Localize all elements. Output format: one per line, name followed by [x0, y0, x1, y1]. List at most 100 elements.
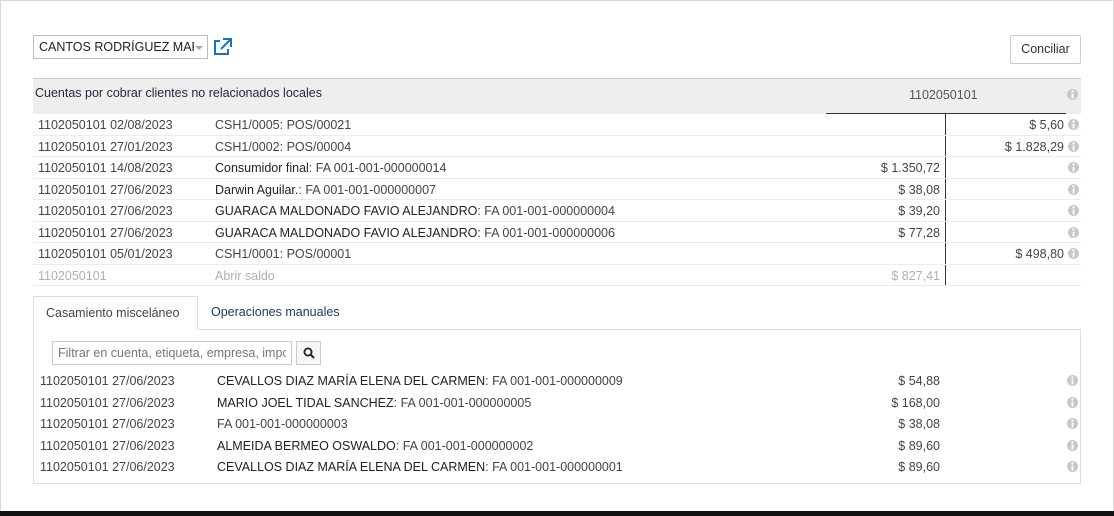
- partner-select-value: CANTOS RODRÍGUEZ MARÍ: [39, 40, 194, 54]
- row-label: GUARACA MALDONADO FAVIO ALEJANDRO: FA 00…: [215, 226, 615, 240]
- row-account-date: 1102050101 27/06/2023: [40, 460, 175, 474]
- row-account: 1102050101: [38, 161, 107, 175]
- bottom-edge: [0, 511, 1114, 516]
- row-account: 1102050101: [38, 204, 107, 218]
- row-reference: : FA 001-001-000000005: [393, 395, 532, 410]
- row-reference: : FA 001-001-000000001: [485, 460, 623, 474]
- open-balance-account: 1102050101: [38, 268, 107, 283]
- row-account: 1102050101: [38, 182, 107, 197]
- info-icon[interactable]: [1068, 119, 1079, 130]
- info-icon[interactable]: [1067, 375, 1078, 386]
- row-label: CEVALLOS DIAZ MARÍA ELENA DEL CARMEN: FA…: [217, 460, 623, 474]
- row-debit: $ 1.350,72: [880, 161, 940, 175]
- filter-input[interactable]: [52, 341, 292, 365]
- row-account-date: 1102050101 27/06/2023: [40, 439, 175, 453]
- row-credit: $ 1.828,29: [1004, 139, 1064, 154]
- table-row[interactable]: 1102050101 02/08/2023 CSH1/0005: POS/0002…: [33, 114, 1081, 136]
- row-debit: $ 89,60: [898, 438, 940, 453]
- row-date: 27/06/2023: [112, 417, 175, 431]
- row-label: Darwin Aguilar.: FA 001-001-000000007: [215, 183, 436, 197]
- table-row[interactable]: 1102050101 14/08/2023 Consumidor final: F…: [33, 157, 1081, 179]
- row-account-date: 1102050101 14/08/2023: [38, 161, 173, 175]
- list-item[interactable]: 1102050101 27/06/2023 FA 001-001-00000000…: [34, 413, 1080, 435]
- info-icon[interactable]: [1068, 183, 1079, 195]
- table-row[interactable]: 1102050101 27/06/2023 Darwin Aguilar.: FA…: [33, 179, 1081, 200]
- row-reference: : FA 001-001-000000014: [308, 161, 447, 175]
- row-date: 27/01/2023: [110, 139, 173, 154]
- row-account: 1102050101: [40, 460, 109, 474]
- list-item[interactable]: 1102050101 27/06/2023 CEVALLOS DIAZ MARÍA…: [34, 370, 1080, 392]
- row-label: CSH1/0001: POS/00001: [215, 247, 351, 261]
- row-label: GUARACA MALDONADO FAVIO ALEJANDRO: FA 00…: [215, 204, 615, 218]
- reconcile-button[interactable]: Conciliar: [1010, 35, 1081, 64]
- miscellaneous-matching-panel: 1102050101 27/06/2023 CEVALLOS DIAZ MARÍA…: [33, 329, 1081, 484]
- row-label: Consumidor final: FA 001-001-000000014: [215, 161, 446, 175]
- row-date: 05/01/2023: [110, 247, 173, 261]
- row-reference: CSH1/0001: POS/00001: [215, 247, 352, 261]
- list-item[interactable]: 1102050101 27/06/2023 CEVALLOS DIAZ MARÍA…: [34, 456, 1080, 478]
- row-reference: CSH1/0002: POS/00004: [215, 139, 352, 154]
- row-partner: MARIO JOEL TIDAL SANCHEZ: [217, 395, 394, 410]
- account-name: Cuentas por cobrar clientes no relaciona…: [35, 86, 322, 100]
- row-partner: CEVALLOS DIAZ MARÍA ELENA DEL CARMEN: [217, 374, 486, 388]
- proposition-lines-table: 1102050101 27/06/2023 CEVALLOS DIAZ MARÍA…: [34, 370, 1080, 478]
- account-header: Cuentas por cobrar clientes no relaciona…: [33, 78, 1081, 114]
- row-account: 1102050101: [40, 438, 109, 453]
- tab-manual-operations[interactable]: Operaciones manuales: [199, 296, 352, 330]
- table-row[interactable]: 1102050101 27/06/2023 GUARACA MALDONADO F…: [33, 222, 1081, 243]
- info-icon[interactable]: [1067, 461, 1078, 472]
- search-button[interactable]: [296, 341, 321, 365]
- row-account-date: 1102050101 27/01/2023: [38, 140, 173, 154]
- row-account-date: 1102050101 27/06/2023: [38, 204, 173, 218]
- row-reference: : FA 001-001-000000002: [395, 438, 534, 453]
- matched-lines-table: 1102050101 02/08/2023 CSH1/0005: POS/0002…: [33, 114, 1081, 286]
- row-account-date: 1102050101 27/06/2023: [38, 226, 173, 240]
- info-icon[interactable]: [1067, 439, 1078, 451]
- info-icon[interactable]: [1068, 162, 1079, 173]
- row-debit: $ 89,60: [898, 460, 940, 474]
- row-label: CSH1/0002: POS/00004: [215, 140, 351, 154]
- row-label: CEVALLOS DIAZ MARÍA ELENA DEL CARMEN: FA…: [217, 374, 623, 388]
- row-credit: $ 5,60: [1029, 118, 1064, 132]
- table-row[interactable]: 1102050101 05/01/2023 CSH1/0001: POS/0000…: [33, 243, 1081, 265]
- list-item[interactable]: 1102050101 27/06/2023 MARIO JOEL TIDAL SA…: [34, 392, 1080, 414]
- row-partner: Darwin Aguilar.: [215, 182, 299, 197]
- info-icon[interactable]: [1067, 418, 1078, 429]
- row-date: 27/06/2023: [110, 182, 173, 197]
- info-icon[interactable]: [1067, 89, 1078, 100]
- row-reference: FA 001-001-000000003: [217, 417, 348, 431]
- row-reference: : FA 001-001-000000007: [298, 182, 436, 197]
- table-row[interactable]: 1102050101 27/06/2023 GUARACA MALDONADO F…: [33, 200, 1081, 222]
- row-partner: GUARACA MALDONADO FAVIO ALEJANDRO: [215, 204, 478, 218]
- row-date: 27/06/2023: [110, 204, 173, 218]
- row-date: 27/06/2023: [110, 225, 173, 240]
- row-reference: : FA 001-001-000000004: [477, 204, 615, 218]
- row-account: 1102050101: [40, 395, 109, 410]
- info-icon[interactable]: [1068, 140, 1079, 152]
- row-debit: $ 168,00: [891, 395, 940, 410]
- row-account: 1102050101: [38, 118, 107, 132]
- row-account-date: 1102050101 27/06/2023: [40, 374, 175, 388]
- row-reference: CSH1/0005: POS/00021: [215, 118, 352, 132]
- row-account-date: 1102050101 27/06/2023: [40, 417, 175, 431]
- info-icon[interactable]: [1068, 248, 1079, 259]
- row-label: CSH1/0005: POS/00021: [215, 118, 351, 132]
- row-partner: ALMEIDA BERMEO OSWALDO: [217, 438, 396, 453]
- table-row[interactable]: 1102050101 27/01/2023 CSH1/0002: POS/0000…: [33, 136, 1081, 157]
- row-date: 27/06/2023: [112, 460, 175, 474]
- info-icon[interactable]: [1068, 226, 1079, 238]
- row-date: 02/08/2023: [110, 118, 173, 132]
- row-label: FA 001-001-000000003: [217, 417, 348, 431]
- tab-miscellaneous-matching[interactable]: Casamiento misceláneo: [33, 296, 198, 330]
- info-icon[interactable]: [1068, 205, 1079, 216]
- chevron-down-icon[interactable]: [195, 46, 203, 50]
- row-date: 14/08/2023: [110, 161, 173, 175]
- external-link-icon[interactable]: [212, 38, 232, 56]
- row-account: 1102050101: [38, 247, 107, 261]
- partner-select[interactable]: CANTOS RODRÍGUEZ MARÍ: [33, 35, 208, 59]
- row-account: 1102050101: [40, 417, 109, 431]
- row-label: ALMEIDA BERMEO OSWALDO: FA 001-001-00000…: [217, 439, 533, 453]
- info-icon[interactable]: [1067, 396, 1078, 408]
- row-partner: CEVALLOS DIAZ MARÍA ELENA DEL CARMEN: [217, 460, 486, 474]
- list-item[interactable]: 1102050101 27/06/2023 ALMEIDA BERMEO OSWA…: [34, 435, 1080, 457]
